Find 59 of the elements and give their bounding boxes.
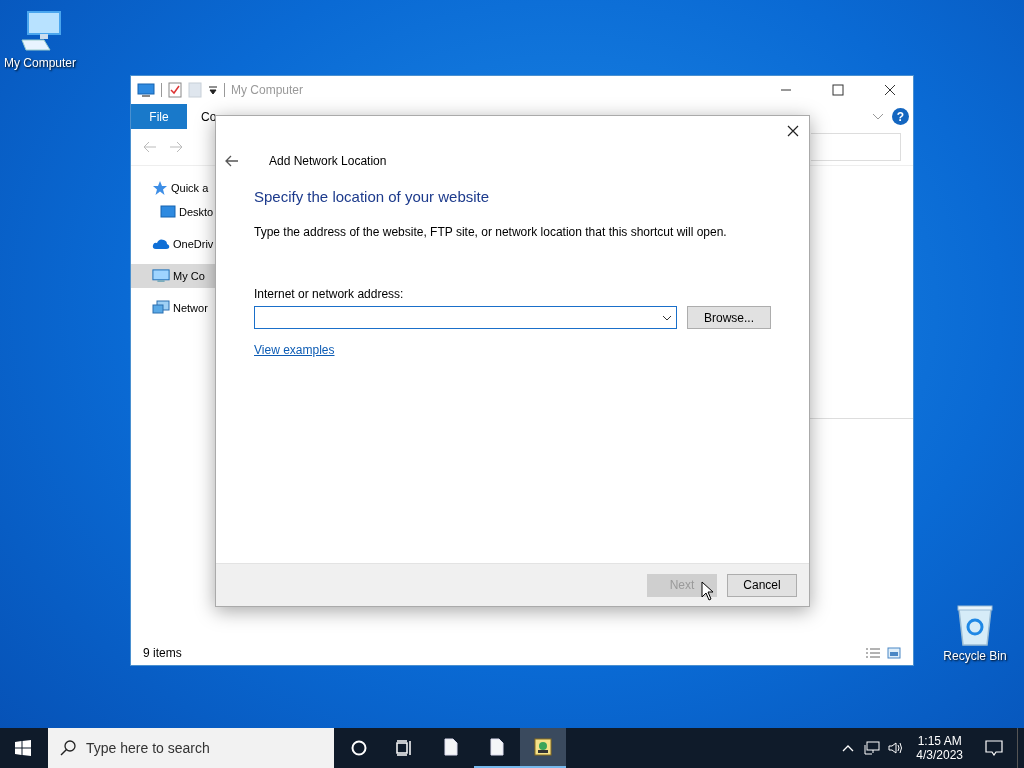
search-field[interactable]: Type here to search <box>48 728 334 768</box>
search-placeholder: Type here to search <box>86 740 210 756</box>
app-icon[interactable] <box>533 737 553 757</box>
field-label: Internet or network address: <box>254 287 405 301</box>
address-field[interactable] <box>254 306 677 329</box>
nav-item[interactable]: Quick a <box>131 176 215 200</box>
view-examples-link[interactable]: View examples <box>254 343 335 357</box>
chevron-icon[interactable] <box>872 112 884 121</box>
document-icon[interactable] <box>444 738 458 756</box>
close-icon[interactable] <box>787 125 799 137</box>
circle-icon[interactable] <box>351 740 367 756</box>
nav-item[interactable]: Networ <box>131 296 215 320</box>
maximize-icon[interactable] <box>832 84 844 96</box>
recycle-bin-icon <box>955 603 995 647</box>
close-icon[interactable] <box>884 84 896 96</box>
search-icon <box>60 740 76 756</box>
volume-icon[interactable] <box>888 741 905 755</box>
nav-item-label: Networ <box>173 302 208 314</box>
nav-item[interactable]: OneDriv <box>131 232 215 256</box>
large-icons-view-icon[interactable] <box>887 647 901 659</box>
network-icon <box>152 300 170 316</box>
nav-item[interactable]: Deskto <box>131 200 215 224</box>
windows-icon[interactable] <box>15 740 31 756</box>
network-icon[interactable] <box>864 741 881 755</box>
desktop-icon-label[interactable]: Recycle Bin <box>943 649 1007 663</box>
desktop-icon-label[interactable]: My Computer <box>4 56 76 70</box>
folder-icon <box>188 82 202 98</box>
status-text: 9 items <box>143 646 182 660</box>
chevron-up-icon[interactable] <box>842 744 855 752</box>
back-icon[interactable] <box>225 155 239 167</box>
dialog-button[interactable]: Cancel <box>727 573 797 597</box>
search-field[interactable] <box>811 133 901 161</box>
task-view-icon[interactable] <box>396 740 414 756</box>
notification-icon[interactable] <box>985 740 1003 756</box>
document-icon[interactable] <box>490 738 504 756</box>
description-text: Type the address of the website, FTP site, or network location that this shortcut will open. <box>254 225 728 239</box>
nav-item-label: Quick a <box>171 182 209 194</box>
dropdown-icon[interactable] <box>662 314 672 321</box>
nav-item-label: OneDriv <box>173 238 214 250</box>
cursor-icon <box>701 581 715 601</box>
clock-time[interactable]: 1:15 AM <box>917 734 962 748</box>
desktop-icon <box>160 205 176 219</box>
cloud-icon <box>152 238 170 250</box>
computer-icon <box>137 83 155 97</box>
clock-date[interactable]: 4/3/2023 <box>916 748 963 762</box>
dialog-heading: Specify the location of your website <box>254 188 491 205</box>
file-menu-tab[interactable]: File <box>131 104 187 129</box>
dropdown-icon[interactable] <box>208 85 218 95</box>
help-button[interactable]: ? <box>892 108 909 125</box>
computer-icon <box>152 268 170 284</box>
nav-item[interactable]: My Co <box>131 264 215 288</box>
star-icon <box>152 180 168 196</box>
window-title: My Computer <box>231 83 304 97</box>
nav-item-label: Deskto <box>179 206 214 218</box>
properties-icon <box>168 82 182 98</box>
taskbar-app[interactable] <box>520 728 566 768</box>
nav-item-label: My Co <box>173 270 205 282</box>
browse-button[interactable]: Browse... <box>687 306 771 329</box>
dialog-title: Add Network Location <box>269 154 387 168</box>
